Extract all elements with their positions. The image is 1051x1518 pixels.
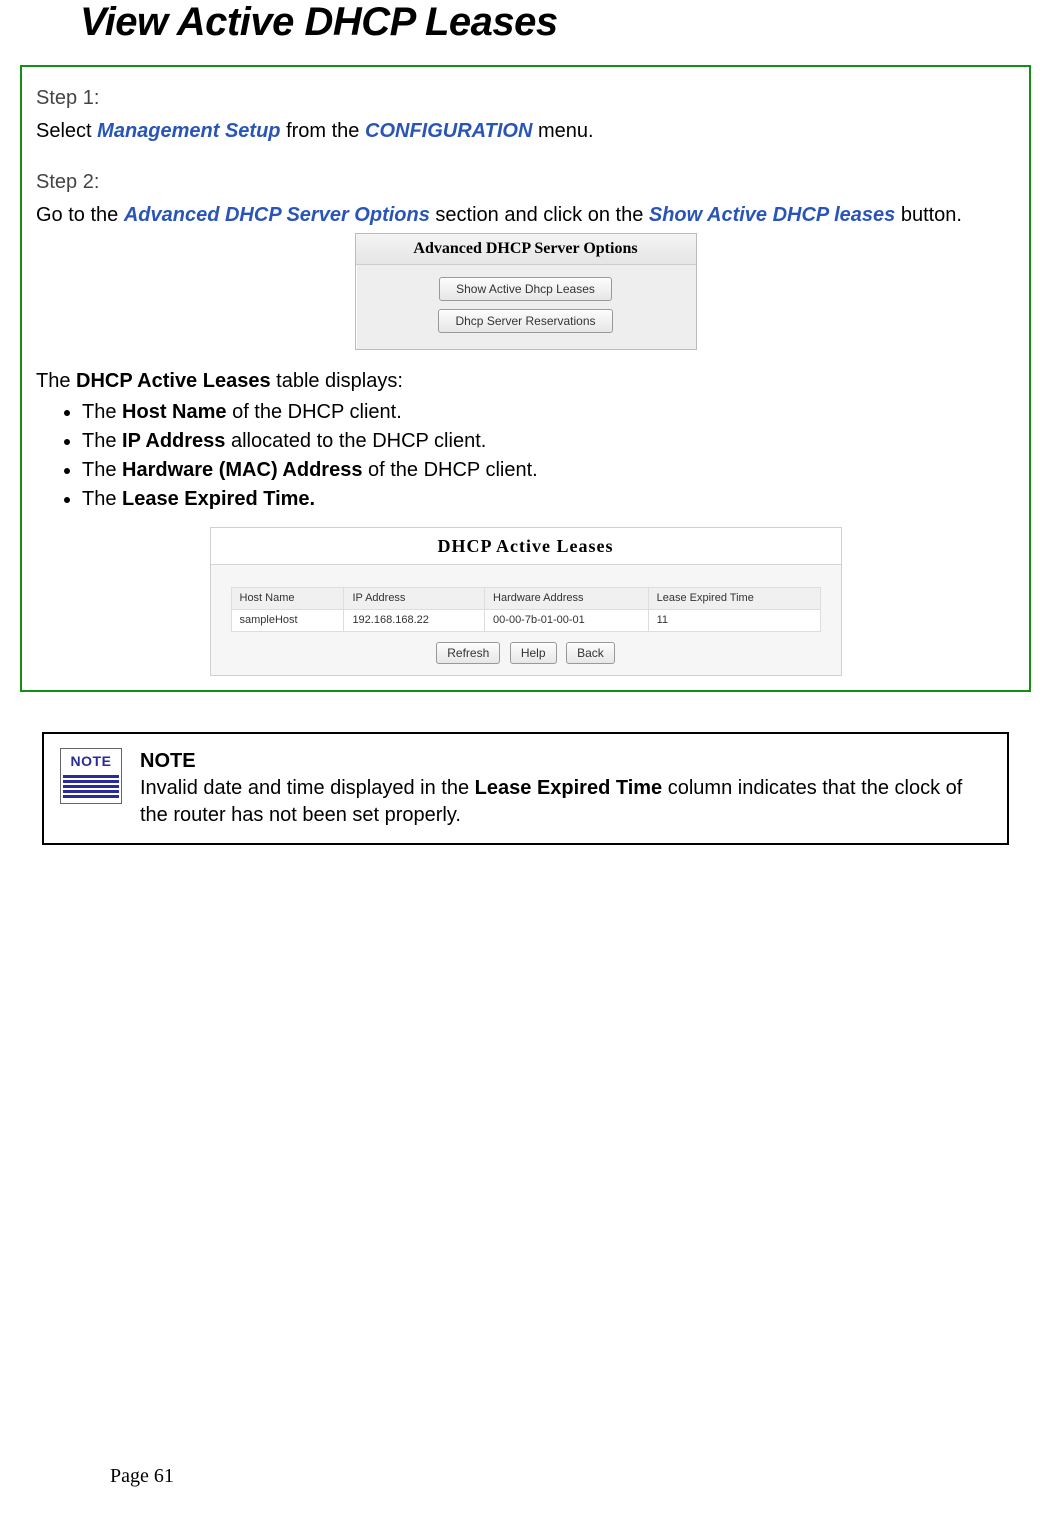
note-lines-icon [63, 775, 119, 798]
table-row: sampleHost 192.168.168.22 00-00-7b-01-00… [231, 610, 820, 632]
bullet-2-post: of the DHCP client. [362, 459, 537, 481]
help-button[interactable]: Help [510, 642, 557, 664]
show-active-leases-button[interactable]: Show Active Dhcp Leases [439, 277, 612, 301]
cell-host-name: sampleHost [231, 610, 344, 632]
step2-text: Go to the Advanced DHCP Server Options s… [36, 202, 1015, 229]
step1-keyword-configuration: CONFIGURATION [365, 120, 532, 142]
back-button[interactable]: Back [566, 642, 615, 664]
step2-label: Step 2: [36, 169, 1015, 196]
leases-intro-bold: DHCP Active Leases [76, 370, 271, 392]
dhcp-reservations-button[interactable]: Dhcp Server Reservations [438, 309, 612, 333]
cell-ip-address: 192.168.168.22 [344, 610, 485, 632]
leases-bullets: The Host Name of the DHCP client. The IP… [36, 399, 1015, 513]
note-body: Invalid date and time displayed in the L… [140, 775, 991, 829]
note-body-pre: Invalid date and time displayed in the [140, 777, 475, 799]
bullet-0-post: of the DHCP client. [227, 401, 402, 423]
step1-mid: from the [281, 120, 365, 142]
leases-intro-post: table displays: [271, 370, 403, 392]
refresh-button[interactable]: Refresh [436, 642, 500, 664]
col-hardware-address: Hardware Address [485, 588, 649, 610]
bullet-ip-address: The IP Address allocated to the DHCP cli… [82, 428, 1015, 455]
step2-mid: section and click on the [430, 204, 649, 226]
note-heading: NOTE [140, 748, 991, 775]
page-title: View Active DHCP Leases [80, 0, 1031, 45]
bullet-host-name: The Host Name of the DHCP client. [82, 399, 1015, 426]
step1-after: menu. [532, 120, 593, 142]
note-icon-label: NOTE [63, 752, 119, 771]
note-box: NOTE NOTE Invalid date and time displaye… [42, 732, 1009, 845]
note-body-bold: Lease Expired Time [475, 777, 663, 799]
bullet-1-pre: The [82, 430, 122, 452]
col-host-name: Host Name [231, 588, 344, 610]
leases-intro-pre: The [36, 370, 76, 392]
step1-keyword-management-setup: Management Setup [97, 120, 280, 142]
step2-after: button. [895, 204, 962, 226]
bullet-3-pre: The [82, 488, 122, 510]
page-number: Page 61 [110, 1465, 174, 1488]
leases-intro: The DHCP Active Leases table displays: [36, 368, 1015, 395]
leases-header-row: Host Name IP Address Hardware Address Le… [231, 588, 820, 610]
step1-label: Step 1: [36, 85, 1015, 112]
leases-button-row: Refresh Help Back [231, 638, 821, 665]
step1-text: Select Management Setup from the CONFIGU… [36, 118, 1015, 145]
note-content: NOTE Invalid date and time displayed in … [140, 748, 991, 829]
cell-lease-expired: 11 [648, 610, 820, 632]
bullet-hardware-address: The Hardware (MAC) Address of the DHCP c… [82, 457, 1015, 484]
advanced-options-body: Show Active Dhcp Leases Dhcp Server Rese… [356, 265, 696, 349]
step2-keyword-advanced-options: Advanced DHCP Server Options [124, 204, 430, 226]
bullet-lease-expired: The Lease Expired Time. [82, 486, 1015, 513]
step1-before: Select [36, 120, 97, 142]
bullet-2-pre: The [82, 459, 122, 481]
steps-container: Step 1: Select Management Setup from the… [20, 65, 1031, 692]
advanced-options-panel: Advanced DHCP Server Options Show Active… [355, 233, 697, 350]
active-leases-body: Host Name IP Address Hardware Address Le… [211, 565, 841, 675]
leases-table: Host Name IP Address Hardware Address Le… [231, 587, 821, 632]
step2-before: Go to the [36, 204, 124, 226]
bullet-0-pre: The [82, 401, 122, 423]
bullet-1-bold: IP Address [122, 430, 225, 452]
advanced-options-title: Advanced DHCP Server Options [356, 234, 696, 265]
bullet-1-post: allocated to the DHCP client. [225, 430, 486, 452]
col-ip-address: IP Address [344, 588, 485, 610]
bullet-0-bold: Host Name [122, 401, 226, 423]
note-icon: NOTE [60, 748, 122, 804]
col-lease-expired: Lease Expired Time [648, 588, 820, 610]
bullet-3-bold: Lease Expired Time. [122, 488, 315, 510]
active-leases-panel: DHCP Active Leases Host Name IP Address … [210, 527, 842, 676]
bullet-2-bold: Hardware (MAC) Address [122, 459, 362, 481]
active-leases-title: DHCP Active Leases [211, 528, 841, 565]
step2-keyword-show-active: Show Active DHCP leases [649, 204, 895, 226]
cell-hardware-address: 00-00-7b-01-00-01 [485, 610, 649, 632]
